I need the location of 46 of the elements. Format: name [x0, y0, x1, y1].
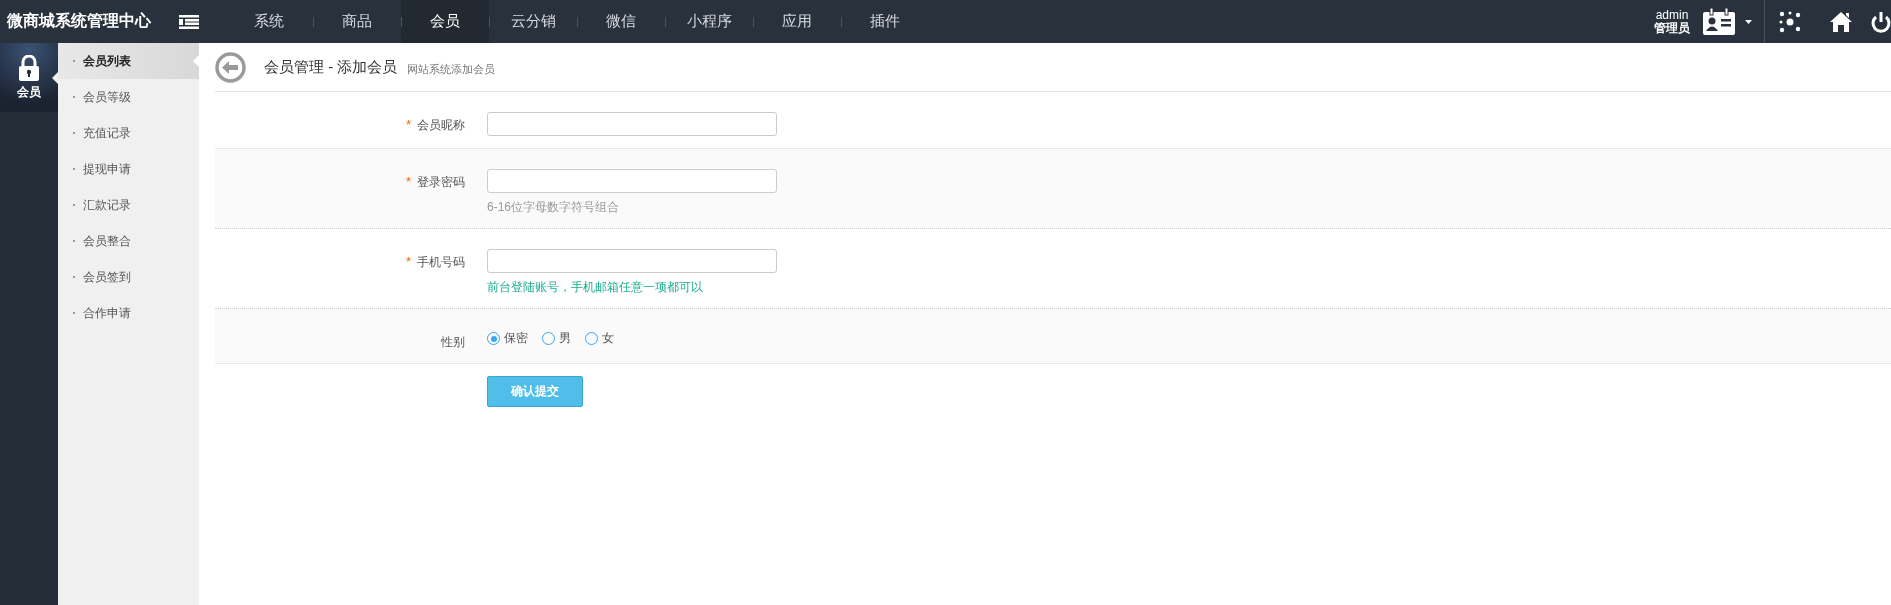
field-label: 会员昵称	[417, 117, 465, 134]
page-subtitle: 网站系统添加会员	[407, 61, 496, 77]
back-icon[interactable]	[215, 51, 246, 83]
submenu-item[interactable]: 充值记录	[58, 115, 199, 151]
submenu-item[interactable]: 会员整合	[58, 223, 199, 259]
submenu-item[interactable]: 会员等级	[58, 79, 199, 115]
brand-title: 微商城系统管理中心	[6, 11, 152, 31]
id-card-icon[interactable]	[1702, 7, 1736, 36]
radio-option[interactable]: 女	[585, 330, 614, 347]
submenu-item[interactable]: 会员签到	[58, 259, 199, 295]
user-name: admin	[1655, 8, 1689, 22]
nav-tab[interactable]: 微信	[577, 0, 665, 43]
page-title: 会员管理 - 添加会员	[264, 57, 398, 77]
input-field[interactable]	[487, 112, 777, 136]
input-field[interactable]	[487, 169, 777, 193]
padlock-icon	[18, 54, 40, 81]
caret-icon[interactable]	[1745, 19, 1752, 24]
radio-option[interactable]: 保密	[487, 330, 528, 347]
nav-tab[interactable]: 商品	[313, 0, 401, 43]
nav-tab[interactable]: 插件	[841, 0, 929, 43]
submenu-item[interactable]: 汇款记录	[58, 187, 199, 223]
field-label: 手机号码	[417, 254, 465, 271]
nav-tab[interactable]: 应用	[753, 0, 841, 43]
home-icon[interactable]	[1829, 10, 1853, 33]
power-icon[interactable]	[1871, 10, 1891, 33]
field-label: 登录密码	[417, 174, 465, 191]
module-tab[interactable]: 会员	[0, 43, 58, 112]
nav-tab[interactable]: 系统	[225, 0, 313, 43]
network-icon[interactable]	[1779, 10, 1801, 33]
input-field[interactable]	[487, 249, 777, 273]
field-hint: 前台登陆账号，手机邮箱任意一项都可以	[487, 279, 704, 296]
nav-tab[interactable]: 云分销	[489, 0, 577, 43]
required-mark-label: *	[405, 117, 411, 132]
user-role: 管理员	[1654, 21, 1690, 35]
module-label: 会员	[17, 83, 41, 101]
menu-icon[interactable]	[179, 14, 199, 29]
field-label: 性别	[441, 334, 465, 351]
submenu-item[interactable]: 合作申请	[58, 295, 199, 331]
required-mark-label: *	[405, 174, 411, 189]
submenu-item[interactable]: 提现申请	[58, 151, 199, 187]
field-hint: 6-16位字母数字符号组合	[487, 199, 621, 216]
nav-tab[interactable]: 小程序	[665, 0, 753, 43]
submenu-item[interactable]: 会员列表	[58, 43, 199, 79]
nav-tab[interactable]: 会员	[401, 0, 489, 43]
required-mark-label: *	[405, 254, 411, 269]
radio-option[interactable]: 男	[542, 330, 571, 347]
